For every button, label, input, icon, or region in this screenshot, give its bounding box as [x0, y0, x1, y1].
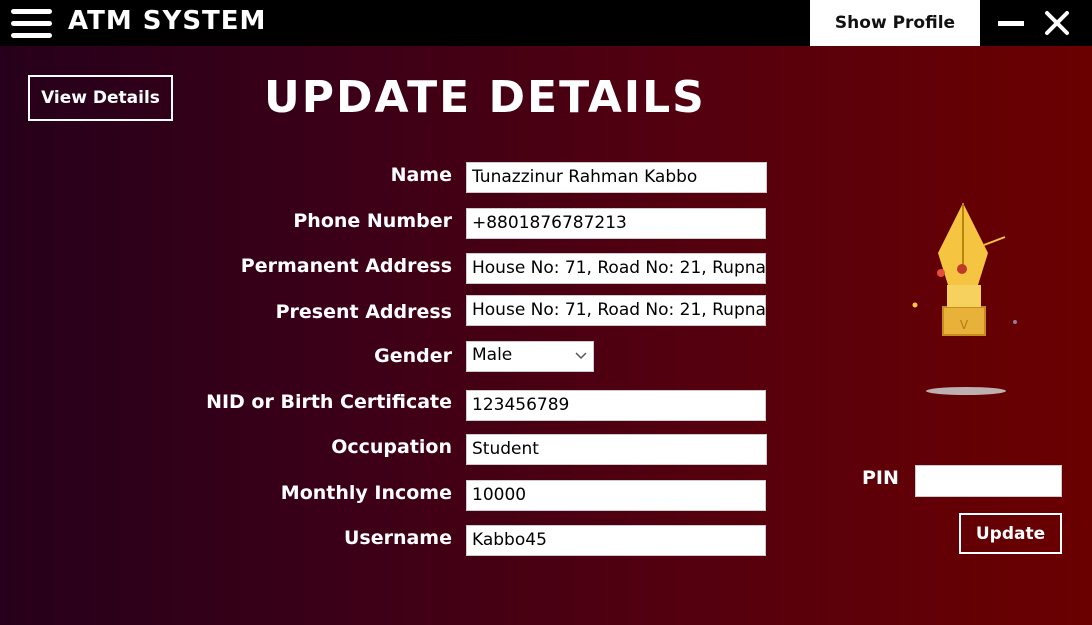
nid-field[interactable]: 123456789 — [466, 390, 766, 421]
monthly-income-label: Monthly Income — [280, 482, 452, 504]
present-address-field[interactable]: House No: 71, Road No: 21, Rupnagar — [466, 295, 766, 326]
pen-nib-icon: V — [912, 203, 1017, 395]
pin-label: PIN — [862, 467, 899, 489]
gender-label: Gender — [374, 345, 452, 367]
chevron-down-icon — [575, 352, 587, 360]
gender-select[interactable]: Male — [466, 341, 594, 372]
phone-field[interactable]: +8801876787213 — [466, 208, 766, 239]
view-details-button[interactable]: View Details — [28, 75, 173, 121]
app-title: ATM SYSTEM — [68, 6, 267, 36]
permanent-address-label: Permanent Address — [240, 255, 452, 277]
occupation-field[interactable]: Student — [466, 434, 767, 465]
name-field[interactable]: Tunazzinur Rahman Kabbo — [466, 162, 767, 193]
pin-field[interactable] — [915, 465, 1062, 497]
menu-icon[interactable] — [11, 9, 52, 39]
phone-label: Phone Number — [293, 210, 452, 232]
gender-value: Male — [472, 345, 513, 365]
update-button[interactable]: Update — [959, 513, 1062, 554]
monthly-income-field[interactable]: 10000 — [466, 480, 766, 511]
present-address-label: Present Address — [275, 301, 452, 323]
minimize-icon[interactable] — [998, 21, 1024, 26]
username-field[interactable]: Kabbo45 — [466, 525, 766, 556]
close-icon[interactable] — [1044, 10, 1070, 36]
show-profile-button[interactable]: Show Profile — [810, 0, 980, 46]
occupation-label: Occupation — [331, 436, 452, 458]
page-title: UPDATE DETAILS — [264, 72, 706, 123]
title-bar: ATM SYSTEM Show Profile — [0, 0, 1092, 46]
permanent-address-field[interactable]: House No: 71, Road No: 21, Rupnagar — [466, 253, 766, 284]
username-label: Username — [343, 527, 452, 549]
svg-text:V: V — [960, 318, 969, 332]
name-label: Name — [390, 164, 452, 186]
nid-label: NID or Birth Certificate — [206, 391, 452, 413]
